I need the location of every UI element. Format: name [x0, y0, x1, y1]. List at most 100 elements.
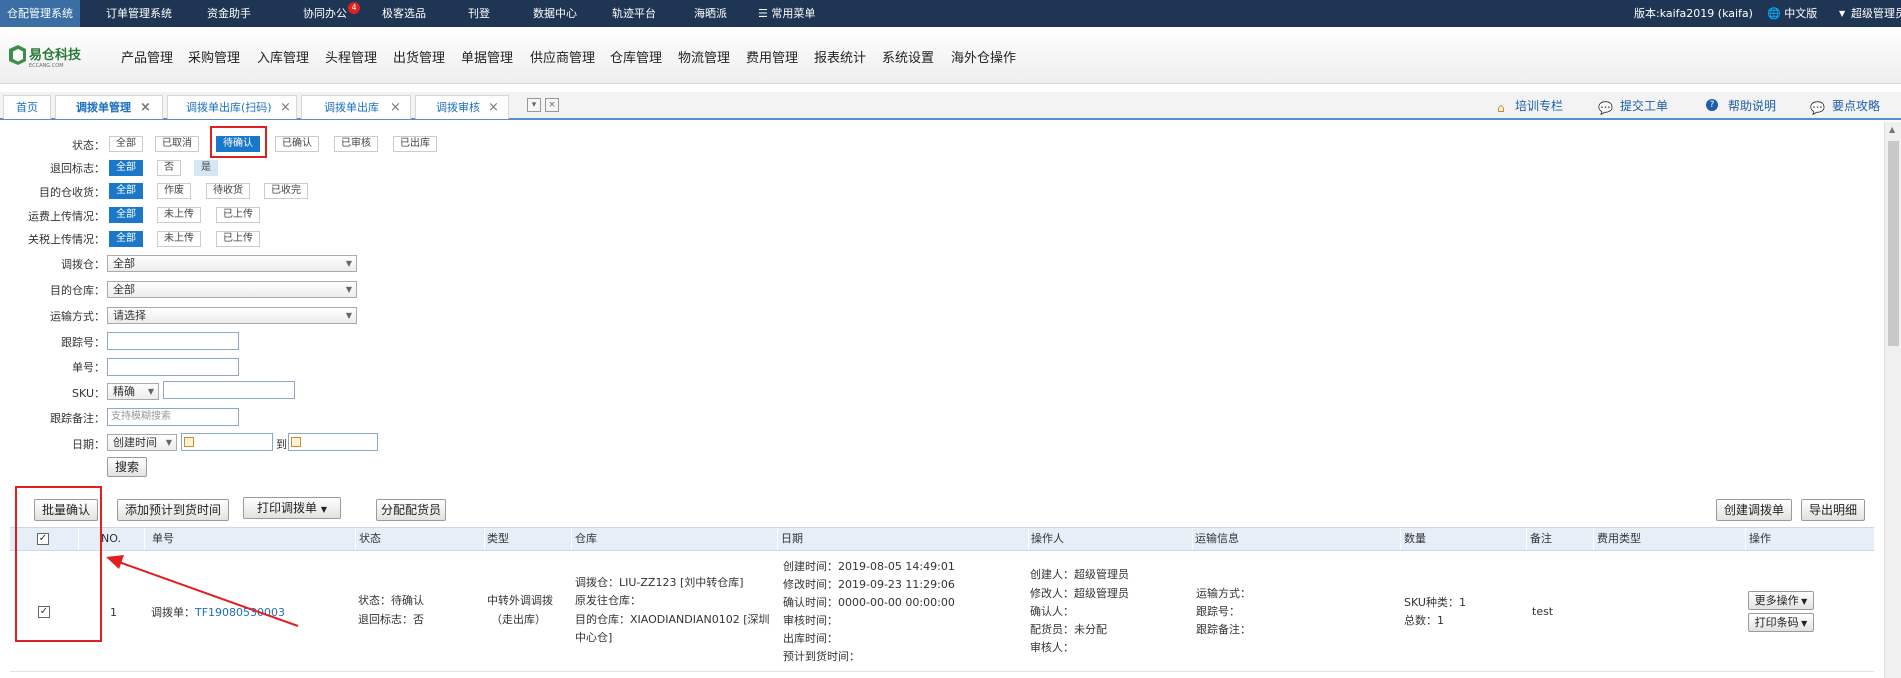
- common-menu-label: 常用菜单: [771, 7, 816, 20]
- close-icon[interactable]: ×: [390, 96, 401, 120]
- search-button[interactable]: 搜索: [107, 457, 147, 477]
- date-to-input[interactable]: [288, 433, 378, 451]
- export-detail-button[interactable]: 导出明细: [1801, 499, 1865, 521]
- row-tracking-no: 跟踪号：: [1196, 605, 1240, 618]
- tariff-all[interactable]: 全部: [109, 231, 143, 247]
- topnav-listing[interactable]: 刊登: [468, 0, 490, 27]
- training-link[interactable]: ⌂ 培训专栏: [1497, 97, 1563, 115]
- date-from-input[interactable]: [181, 433, 273, 451]
- tab-transfer-order-mgmt[interactable]: 调拨单管理 ×: [55, 95, 163, 119]
- track-note-input[interactable]: 支持模糊搜索: [107, 408, 239, 426]
- scroll-up-icon[interactable]: ▲: [1889, 125, 1895, 134]
- dest-receive-complete[interactable]: 已收完: [264, 183, 308, 199]
- dest-receive-void[interactable]: 作废: [157, 183, 191, 199]
- status-shipped[interactable]: 已出库: [393, 136, 437, 152]
- dest-receive-all[interactable]: 全部: [109, 183, 143, 199]
- highlight-pending-confirm: [210, 126, 267, 158]
- assign-picker-button[interactable]: 分配配货员: [376, 499, 446, 521]
- close-icon[interactable]: ×: [280, 96, 291, 120]
- svg-text:ECCANG.COM: ECCANG.COM: [29, 63, 64, 69]
- return-all[interactable]: 全部: [109, 160, 143, 176]
- dest-warehouse-select[interactable]: 全部 ▼: [107, 281, 357, 298]
- row-confirmed-time: 确认时间：0000-00-00 00:00:00: [783, 596, 955, 609]
- scrollbar-thumb[interactable]: [1888, 141, 1899, 346]
- help-link[interactable]: ? 帮助说明: [1706, 97, 1776, 115]
- tariff-not-uploaded[interactable]: 未上传: [157, 231, 201, 247]
- return-no[interactable]: 否: [157, 160, 181, 176]
- print-barcode-button[interactable]: 打印条码 ▼: [1748, 613, 1814, 632]
- menu-first-leg[interactable]: 头程管理: [325, 47, 377, 66]
- tariff-upload-label: 关税上传情况：: [28, 233, 105, 246]
- status-all[interactable]: 全部: [109, 136, 143, 152]
- svg-text:易仓科技: 易仓科技: [29, 47, 82, 63]
- col-quantity: 数量: [1404, 532, 1426, 545]
- company-logo: 易仓科技 ECCANG.COM: [9, 45, 82, 69]
- sku-match-select[interactable]: 精确 ▼: [107, 383, 159, 400]
- col-warehouse: 仓库: [575, 532, 597, 545]
- submit-ticket-link[interactable]: 💬 提交工单: [1598, 97, 1668, 115]
- col-date: 日期: [781, 532, 803, 545]
- row-tracking-note: 跟踪备注：: [1196, 623, 1251, 636]
- menu-fees[interactable]: 费用管理: [746, 47, 798, 66]
- menu-shipping[interactable]: 出货管理: [393, 47, 445, 66]
- topnav-haishaipai[interactable]: 海晒派: [694, 0, 727, 27]
- menu-settings[interactable]: 系统设置: [882, 47, 934, 66]
- close-all-tabs-icon[interactable]: ×: [545, 98, 559, 112]
- freight-uploaded[interactable]: 已上传: [216, 207, 260, 223]
- topnav-product-selection[interactable]: 极客选品: [382, 0, 426, 27]
- menu-product[interactable]: 产品管理: [121, 47, 173, 66]
- tab-transfer-outbound[interactable]: 调拨单出库 ×: [301, 95, 411, 119]
- col-fee-type: 费用类型: [1597, 532, 1641, 545]
- freight-not-uploaded[interactable]: 未上传: [157, 207, 201, 223]
- status-cancelled[interactable]: 已取消: [155, 136, 199, 152]
- topnav-tracking-platform[interactable]: 轨迹平台: [612, 0, 656, 27]
- add-eta-button[interactable]: 添加预计到货时间: [117, 499, 229, 521]
- user-name[interactable]: 超级管理员: [1851, 0, 1901, 27]
- return-yes[interactable]: 是: [194, 160, 218, 176]
- menu-overseas-ops[interactable]: 海外仓操作: [951, 47, 1016, 66]
- tab-transfer-review[interactable]: 调拨审核 ×: [415, 95, 509, 119]
- dest-receive-pending[interactable]: 待收货: [206, 183, 250, 199]
- source-warehouse-select[interactable]: 全部 ▼: [107, 255, 357, 272]
- tab-label: 调拨单出库: [324, 101, 379, 114]
- topnav-order-system[interactable]: 订单管理系统: [106, 0, 172, 27]
- close-icon[interactable]: ×: [140, 96, 151, 120]
- tracking-input[interactable]: [107, 332, 239, 350]
- menu-warehouse[interactable]: 仓库管理: [610, 47, 662, 66]
- shipping-method-select[interactable]: 请选择 ▼: [107, 307, 357, 324]
- menu-inbound[interactable]: 入库管理: [257, 47, 309, 66]
- sku-input[interactable]: [163, 381, 295, 399]
- topnav-data-center[interactable]: 数据中心: [533, 0, 577, 27]
- status-confirmed[interactable]: 已确认: [275, 136, 319, 152]
- menu-documents[interactable]: 单据管理: [461, 47, 513, 66]
- tariff-uploaded[interactable]: 已上传: [216, 231, 260, 247]
- language-switch[interactable]: 🌐 中文版: [1767, 0, 1817, 27]
- row-modified-time: 修改时间：2019-09-23 11:29:06: [783, 578, 955, 591]
- menu-purchase[interactable]: 采购管理: [188, 47, 240, 66]
- print-transfer-button[interactable]: 打印调拨单 ▼: [243, 497, 341, 519]
- notification-badge: 4: [348, 2, 360, 14]
- menu-supplier[interactable]: 供应商管理: [530, 47, 595, 66]
- topnav-common-menu[interactable]: ☰ 常用菜单: [758, 0, 815, 27]
- more-actions-label: 更多操作: [1754, 594, 1799, 607]
- tab-home[interactable]: 首页: [3, 95, 51, 119]
- status-reviewed[interactable]: 已审核: [334, 136, 378, 152]
- tab-dropdown-icon[interactable]: ▾: [527, 98, 541, 112]
- tab-transfer-outbound-scan[interactable]: 调拨单出库(扫码) ×: [167, 95, 297, 119]
- more-actions-button[interactable]: 更多操作 ▼: [1748, 591, 1814, 610]
- menu-reports[interactable]: 报表统计: [814, 47, 866, 66]
- menu-logistics[interactable]: 物流管理: [678, 47, 730, 66]
- row-picker: 配货员：未分配: [1030, 623, 1107, 636]
- close-icon[interactable]: ×: [488, 96, 499, 120]
- key-points-link[interactable]: 💬 要点攻略: [1810, 97, 1880, 115]
- topnav-fund-assistant[interactable]: 资金助手: [207, 0, 251, 27]
- topnav-warehouse-system[interactable]: 仓配管理系统: [0, 0, 80, 27]
- date-type-select[interactable]: 创建时间 ▼: [107, 434, 177, 451]
- topnav-collab-office[interactable]: 协同办公: [303, 0, 347, 27]
- freight-all[interactable]: 全部: [109, 207, 143, 223]
- order-no-input[interactable]: [107, 358, 239, 376]
- order-no-link[interactable]: TF19080530003: [195, 604, 285, 622]
- create-transfer-button[interactable]: 创建调拨单: [1716, 499, 1792, 521]
- page-scrollbar[interactable]: ▲: [1884, 122, 1901, 678]
- sku-match-value: 精确: [113, 385, 135, 398]
